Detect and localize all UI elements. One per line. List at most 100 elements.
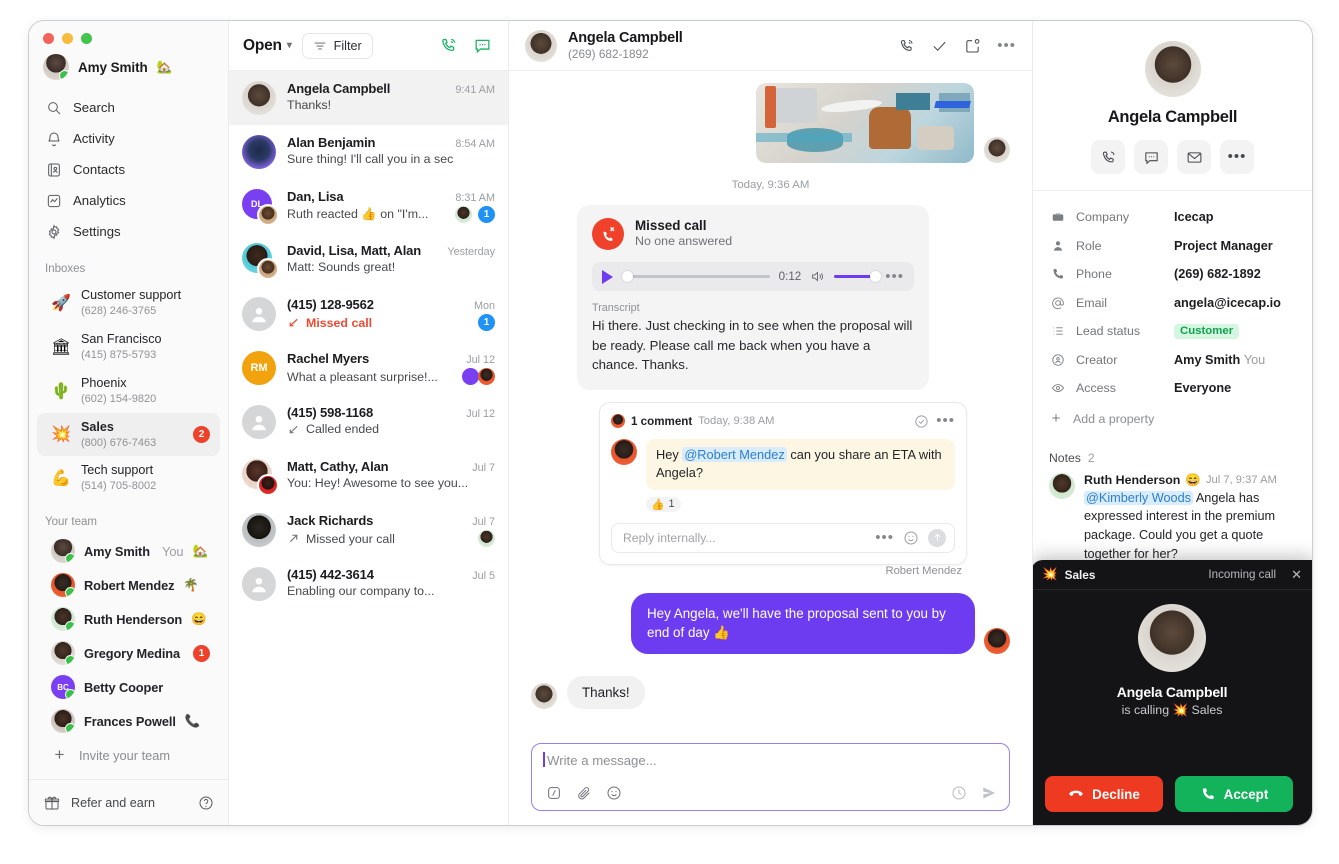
team-member-betty-cooper[interactable]: BC Betty Cooper [37,670,220,704]
attachment-icon[interactable] [575,784,592,801]
volume-slider[interactable] [834,271,882,282]
conversation-name: (415) 442-3614 [287,567,374,582]
image-attachment[interactable] [756,83,974,163]
schedule-icon[interactable] [950,784,967,801]
play-button[interactable] [602,269,613,284]
sidebar-item-activity[interactable]: Activity [37,123,220,154]
snooze-icon[interactable] [964,37,981,54]
team-member-amy-smith[interactable]: Amy Smith You 🏡 [37,534,220,568]
plus-icon: + [54,745,65,765]
contact-properties: Company Icecap Role Project Manager Phon… [1033,191,1312,437]
more-icon[interactable]: ••• [885,269,904,284]
status-emoji: 🏡 [156,59,173,74]
property-phone[interactable]: Phone (269) 682-1892 [1049,260,1296,289]
reaction-chip[interactable]: 👍 1 [646,496,682,512]
contacts-icon [45,161,62,178]
more-icon[interactable]: ••• [1220,140,1254,174]
inbox-item-phoenix[interactable]: 🌵 Phoenix (602) 154-9820 [37,369,220,413]
internal-reply-input[interactable]: Reply internally... ••• [611,522,955,553]
team-member-ruth-henderson[interactable]: Ruth Henderson 😄 [37,602,220,636]
inbox-item-tech-support[interactable]: 💪 Tech support (514) 705-8002 [37,456,220,500]
inboxes-section-title: Inboxes [45,263,86,275]
conversation-item-angela-campbell[interactable]: Angela Campbell 9:41 AM Thanks! [229,71,508,125]
help-icon[interactable] [197,794,214,811]
property-access[interactable]: Access Everyone [1049,374,1296,403]
current-user[interactable]: Amy Smith 🏡 [29,44,228,92]
conversation-item-rachel-myers[interactable]: RM Rachel Myers Jul 12 What a pleasant s… [229,341,508,395]
volume-knob[interactable] [870,271,882,282]
sidebar-item-contacts[interactable]: Contacts [37,154,220,185]
incoming-call-arrow-icon [287,423,300,436]
team-member-frances-powell[interactable]: Frances Powell 📞 [37,704,220,738]
property-lead-status[interactable]: Lead status Customer [1049,317,1296,346]
refer-and-earn-label[interactable]: Refer and earn [71,796,186,810]
conversation-item-dan-lisa[interactable]: DL Dan, Lisa 8:31 AM Ruth reacted 👍 on "… [229,179,508,233]
close-icon[interactable]: ✕ [1291,567,1302,583]
creator-name: Amy Smith [1174,352,1241,367]
resolve-icon[interactable] [913,413,930,430]
thread-panel: Angela Campbell (269) 682-1892 ••• Today… [509,21,1032,825]
sidebar-item-settings[interactable]: Settings [37,216,220,247]
more-icon[interactable]: ••• [997,38,1016,53]
email-icon[interactable] [1177,140,1211,174]
progress-knob[interactable] [622,271,633,282]
filter-button[interactable]: Filter [301,32,373,59]
inbox-item-san-francisco[interactable]: 🏛 San Francisco (415) 875-5793 [37,325,220,369]
send-comment-button[interactable] [928,528,946,547]
app-window: Amy Smith 🏡 Search Activity Contacts Ana… [28,20,1313,826]
maximize-window-button[interactable] [81,33,92,44]
sidebar-item-analytics[interactable]: Analytics [37,185,220,216]
accept-phone-icon [1202,788,1214,800]
conversation-item-david-lisa-matt-alan[interactable]: David, Lisa, Matt, Alan Yesterday Matt: … [229,233,508,287]
decline-call-button[interactable]: Decline [1045,776,1163,812]
accept-call-button[interactable]: Accept [1175,776,1293,812]
conversation-item-alan-benjamin[interactable]: Alan Benjamin 8:54 AM Sure thing! I'll c… [229,125,508,179]
message-icon[interactable] [1134,140,1168,174]
new-message-icon[interactable] [470,34,494,58]
note-item[interactable]: Ruth Henderson 😄 Jul 7, 9:37 AM @Kimberl… [1033,471,1312,564]
property-role[interactable]: Role Project Manager [1049,232,1296,261]
call-status: Incoming call [1208,568,1277,581]
invite-your-team-button[interactable]: + Invite your team [43,738,214,772]
conversation-name: Jack Richards [287,513,374,528]
comment-mention[interactable]: @Robert Mendez [682,446,787,462]
conversation-item-415-442-3614[interactable]: (415) 442-3614 Jul 5 Enabling our compan… [229,557,508,611]
send-icon[interactable] [980,784,997,801]
plus-icon: + [1051,410,1061,427]
add-property-button[interactable]: + Add a property [1049,405,1296,433]
collision-icon: 💥 [1042,567,1058,581]
phone-call-icon[interactable] [898,37,915,54]
inbox-item-sales[interactable]: 💥 Sales (800) 676-7463 2 [37,412,220,457]
volume-icon[interactable] [810,269,825,284]
person-icon [1049,237,1066,254]
missed-call-card: Missed call No one answered 0:12 ••• Tra… [577,205,929,390]
note-mention[interactable]: @Kimberly Woods [1084,490,1194,505]
close-window-button[interactable] [43,33,54,44]
message-composer[interactable]: Write a message... [531,743,1010,811]
property-key: Access [1076,381,1116,396]
open-filter-dropdown[interactable]: Open ▾ [243,37,292,55]
team-member-gregory-medina[interactable]: Gregory Medina 1 [37,636,220,670]
conversation-item-jack-richards[interactable]: Jack Richards Jul 7 Missed your call [229,503,508,557]
more-icon[interactable]: ••• [936,413,955,428]
snippet-icon[interactable] [545,784,562,801]
inbox-item-customer-support[interactable]: 🚀 Customer support (628) 246-3765 [37,281,220,325]
phone-call-icon[interactable] [436,34,460,58]
audio-progress-slider[interactable] [622,271,770,282]
property-company[interactable]: Company Icecap [1049,203,1296,232]
team-member-robert-mendez[interactable]: Robert Mendez 🌴 [37,568,220,602]
sidebar-item-search[interactable]: Search [37,92,220,123]
emoji-icon[interactable] [903,530,919,546]
more-icon[interactable]: ••• [875,530,894,545]
emoji-icon[interactable] [605,784,622,801]
phone-call-icon[interactable] [1091,140,1125,174]
check-icon[interactable] [931,37,948,54]
conversation-item-matt-cathy-alan[interactable]: Matt, Cathy, Alan Jul 7 You: Hey! Awesom… [229,449,508,503]
property-email[interactable]: Email angela@icecap.io [1049,289,1296,318]
property-creator[interactable]: Creator Amy Smith You [1049,346,1296,375]
minimize-window-button[interactable] [62,33,73,44]
conversation-item-415-128-9562[interactable]: (415) 128-9562 Mon Missed call 1 [229,287,508,341]
sidebar-item-label: Search [73,100,115,115]
conversation-item-415-598-1168[interactable]: (415) 598-1168 Jul 12 Called ended [229,395,508,449]
audio-duration: 0:12 [778,270,802,283]
